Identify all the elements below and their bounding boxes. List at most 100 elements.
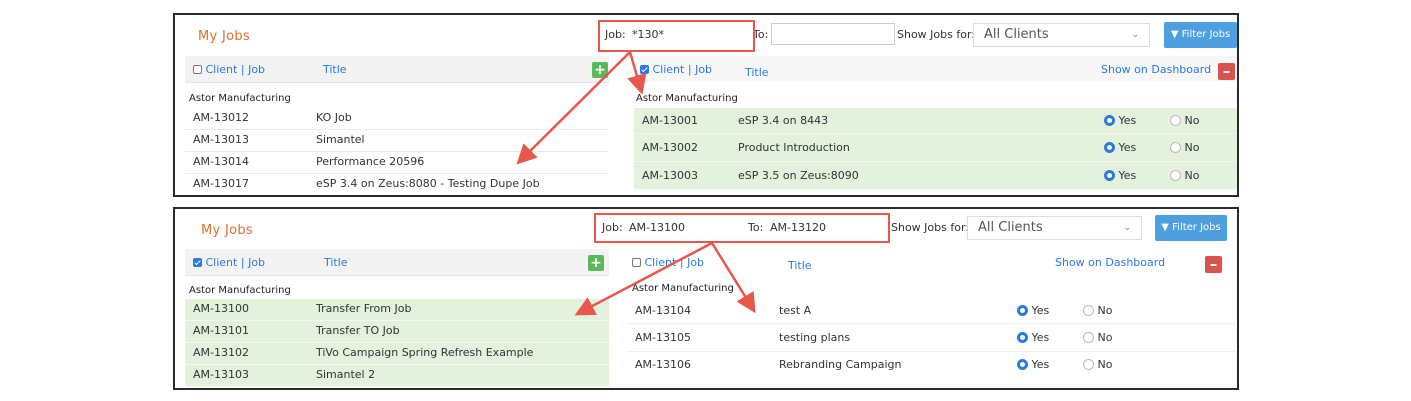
dashboard-yes-radio[interactable] <box>1104 115 1115 126</box>
client-select[interactable]: All Clients ⌄ <box>973 23 1150 47</box>
job-title: Transfer TO Job <box>316 324 400 337</box>
panel-title: My Jobs <box>198 29 250 44</box>
filter-jobs-button[interactable]: ▼ Filter Jobs <box>1164 22 1237 48</box>
client-sort-link[interactable]: Client <box>206 256 238 269</box>
table-row[interactable]: AM-13001 eSP 3.4 on 8443 Yes No <box>634 108 1237 134</box>
annotation-box <box>594 213 890 243</box>
client-sort-link[interactable]: Client <box>206 63 238 76</box>
job-title: TiVo Campaign Spring Refresh Example <box>316 346 534 359</box>
minus-icon[interactable]: – <box>1218 63 1235 80</box>
dashboard-no-radio[interactable] <box>1083 305 1094 316</box>
select-all-checkbox[interactable] <box>193 65 202 74</box>
table-row[interactable]: AM-13106 Rebranding Campaign Yes No <box>627 352 1235 380</box>
header-separator: | <box>679 256 684 269</box>
list-item[interactable]: AM-13101 Transfer TO Job <box>185 321 609 343</box>
title-sort-link[interactable]: Title <box>324 256 348 269</box>
job-sort-link[interactable]: Job <box>248 63 265 76</box>
available-jobs-header: Client | Job Title + <box>185 56 609 83</box>
table-row[interactable]: AM-13002 Product Introduction Yes No <box>634 134 1237 162</box>
my-jobs-header: Client | Job Title Show on Dashboard – <box>635 56 1237 82</box>
list-item[interactable]: AM-13102 TiVo Campaign Spring Refresh Exa… <box>185 343 609 365</box>
title-sort-link[interactable]: Title <box>788 259 812 272</box>
job-sort-link[interactable]: Job <box>248 256 265 269</box>
client-group-label: Astor Manufacturing <box>189 285 291 296</box>
yes-label: Yes <box>1118 114 1137 127</box>
client-group-label: Astor Manufacturing <box>189 93 291 104</box>
select-all-checkbox[interactable] <box>193 258 202 267</box>
dashboard-no-radio[interactable] <box>1170 142 1181 153</box>
job-sort-link[interactable]: Job <box>695 63 712 76</box>
job-title: test A <box>779 304 812 317</box>
no-label: No <box>1184 141 1200 154</box>
job-title: eSP 3.5 on Zeus:8090 <box>738 169 859 182</box>
no-label: No <box>1184 114 1200 127</box>
dashboard-yes-radio[interactable] <box>1017 332 1028 343</box>
dashboard-no-radio[interactable] <box>1170 170 1181 181</box>
client-sort-link[interactable]: Client <box>645 256 677 269</box>
job-number: AM-13001 <box>642 114 698 127</box>
job-number: AM-13014 <box>193 155 249 168</box>
dashboard-yes-radio[interactable] <box>1104 170 1115 181</box>
job-number: AM-13100 <box>193 302 249 315</box>
job-title: Performance 20596 <box>316 155 425 168</box>
select-all-checkbox[interactable] <box>632 258 641 267</box>
plus-icon[interactable]: + <box>588 255 604 271</box>
filter-icon: ▼ <box>1161 222 1169 233</box>
table-row[interactable]: AM-13104 test A Yes No <box>627 298 1235 324</box>
my-jobs-panel-after: My Jobs Job: AM-13100 To: AM-13120 Show … <box>173 207 1239 390</box>
job-title: Simantel <box>316 133 365 146</box>
filter-jobs-button[interactable]: ▼ Filter Jobs <box>1155 215 1227 241</box>
list-item[interactable]: AM-13100 Transfer From Job <box>185 299 609 321</box>
job-number: AM-13103 <box>193 368 249 381</box>
job-number: AM-13003 <box>642 169 698 182</box>
yes-label: Yes <box>1118 141 1137 154</box>
job-number: AM-13002 <box>642 141 698 154</box>
list-item[interactable]: AM-13014 Performance 20596 <box>185 152 609 174</box>
list-item[interactable]: AM-13013 Simantel <box>185 130 609 152</box>
show-jobs-for-label: Show Jobs for: <box>891 221 969 234</box>
job-title: Simantel 2 <box>316 368 376 381</box>
plus-icon[interactable]: + <box>592 62 608 78</box>
client-group-label: Astor Manufacturing <box>636 93 738 104</box>
select-all-checkbox[interactable] <box>640 65 649 74</box>
no-label: No <box>1097 304 1113 317</box>
dashboard-no-radio[interactable] <box>1170 115 1181 126</box>
header-separator: | <box>240 63 245 76</box>
filter-jobs-label: Filter Jobs <box>1172 222 1221 233</box>
yes-label: Yes <box>1031 358 1050 371</box>
dashboard-no-radio[interactable] <box>1083 359 1094 370</box>
list-item[interactable]: AM-13012 KO Job <box>185 108 609 130</box>
job-sort-link[interactable]: Job <box>687 256 704 269</box>
client-sort-link[interactable]: Client <box>653 63 685 76</box>
table-row[interactable]: AM-13105 testing plans Yes No <box>627 324 1235 352</box>
client-select[interactable]: All Clients ⌄ <box>967 216 1142 240</box>
job-title: KO Job <box>316 111 352 124</box>
header-separator: | <box>687 63 692 76</box>
dashboard-no-radio[interactable] <box>1083 332 1094 343</box>
show-on-dashboard-label: Show on Dashboard <box>1055 256 1166 269</box>
show-jobs-for-label: Show Jobs for: <box>897 28 975 41</box>
dashboard-yes-radio[interactable] <box>1017 305 1028 316</box>
job-number: AM-13017 <box>193 177 249 190</box>
dashboard-yes-radio[interactable] <box>1104 142 1115 153</box>
my-jobs-panel-before: My Jobs Job: *130* To: Show Jobs for: Al… <box>173 13 1239 197</box>
minus-icon[interactable]: – <box>1205 256 1222 273</box>
yes-label: Yes <box>1031 331 1050 344</box>
filter-jobs-label: Filter Jobs <box>1181 29 1231 40</box>
table-row[interactable]: AM-13003 eSP 3.5 on Zeus:8090 Yes No <box>634 162 1237 190</box>
show-on-dashboard-label: Show on Dashboard <box>1101 63 1212 76</box>
list-item[interactable]: AM-13103 Simantel 2 <box>185 365 609 387</box>
job-to-input[interactable] <box>771 23 895 45</box>
job-title: eSP 3.4 on Zeus:8080 - Testing Dupe Job <box>316 177 540 190</box>
list-item[interactable]: AM-13017 eSP 3.4 on Zeus:8080 - Testing D… <box>185 174 609 195</box>
yes-label: Yes <box>1031 304 1050 317</box>
job-number: AM-13101 <box>193 324 249 337</box>
job-title: eSP 3.4 on 8443 <box>738 114 829 127</box>
dashboard-yes-radio[interactable] <box>1017 359 1028 370</box>
job-title: Rebranding Campaign <box>779 358 902 371</box>
no-label: No <box>1184 169 1200 182</box>
panel-title: My Jobs <box>201 223 253 238</box>
title-sort-link[interactable]: Title <box>323 63 347 76</box>
job-number: AM-13102 <box>193 346 249 359</box>
title-sort-link[interactable]: Title <box>745 66 769 79</box>
